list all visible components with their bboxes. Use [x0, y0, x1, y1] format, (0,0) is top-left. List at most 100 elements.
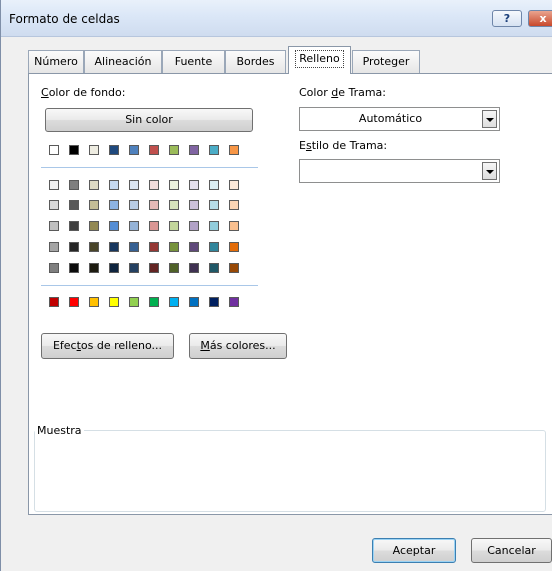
- color-swatch[interactable]: [209, 145, 219, 155]
- theme-color-swatch[interactable]: [109, 200, 119, 210]
- color-swatch[interactable]: [69, 145, 79, 155]
- theme-color-swatch[interactable]: [149, 200, 159, 210]
- color-swatch[interactable]: [229, 145, 239, 155]
- standard-color-swatch[interactable]: [169, 297, 179, 307]
- theme-color-swatch[interactable]: [169, 263, 179, 273]
- theme-color-swatch[interactable]: [49, 200, 59, 210]
- theme-color-swatch[interactable]: [129, 221, 139, 231]
- theme-color-swatch[interactable]: [209, 242, 219, 252]
- tab-numero[interactable]: Número: [28, 50, 84, 73]
- sample-group: [34, 430, 546, 512]
- theme-color-swatch[interactable]: [169, 180, 179, 190]
- theme-color-swatch[interactable]: [69, 263, 79, 273]
- standard-color-swatch[interactable]: [49, 297, 59, 307]
- theme-color-swatch[interactable]: [189, 242, 199, 252]
- title-bar[interactable]: Formato de celdas ? x: [1, 0, 552, 37]
- color-swatch[interactable]: [189, 145, 199, 155]
- theme-color-swatch[interactable]: [49, 263, 59, 273]
- theme-color-swatch[interactable]: [109, 263, 119, 273]
- theme-color-swatch[interactable]: [149, 180, 159, 190]
- more-colors-button[interactable]: Más colores...: [189, 333, 287, 359]
- ok-button[interactable]: Aceptar: [372, 538, 456, 563]
- theme-color-swatch[interactable]: [229, 263, 239, 273]
- theme-color-swatch[interactable]: [89, 263, 99, 273]
- theme-color-swatch[interactable]: [189, 263, 199, 273]
- theme-color-swatch[interactable]: [109, 221, 119, 231]
- theme-color-swatch[interactable]: [69, 242, 79, 252]
- tab-label: Fuente: [174, 55, 213, 68]
- more-colors-accel: M: [200, 339, 210, 352]
- chevron-down-icon[interactable]: [482, 110, 497, 128]
- theme-color-swatch[interactable]: [69, 200, 79, 210]
- theme-color-swatch[interactable]: [129, 242, 139, 252]
- theme-color-swatch[interactable]: [69, 221, 79, 231]
- theme-color-swatch[interactable]: [49, 221, 59, 231]
- standard-color-swatch[interactable]: [229, 297, 239, 307]
- theme-color-swatch[interactable]: [149, 242, 159, 252]
- tab-alineacion[interactable]: Alineación: [84, 50, 162, 73]
- theme-color-swatch[interactable]: [229, 242, 239, 252]
- fill-effects-button[interactable]: Efectos de relleno...: [41, 333, 174, 359]
- theme-color-swatch[interactable]: [89, 242, 99, 252]
- theme-color-swatch[interactable]: [229, 200, 239, 210]
- standard-color-swatch[interactable]: [109, 297, 119, 307]
- theme-color-swatch[interactable]: [49, 180, 59, 190]
- theme-color-swatch[interactable]: [209, 200, 219, 210]
- sample-label: Muestra: [35, 424, 84, 437]
- theme-color-swatch[interactable]: [89, 180, 99, 190]
- help-button[interactable]: ?: [492, 10, 522, 27]
- theme-color-swatch[interactable]: [129, 200, 139, 210]
- theme-color-swatch[interactable]: [209, 263, 219, 273]
- theme-color-swatch[interactable]: [149, 263, 159, 273]
- pattern-color-pre: Color: [299, 86, 332, 99]
- color-swatch[interactable]: [149, 145, 159, 155]
- theme-color-swatch[interactable]: [229, 221, 239, 231]
- theme-color-swatch[interactable]: [189, 221, 199, 231]
- tab-fuente[interactable]: Fuente: [162, 50, 225, 73]
- theme-color-swatch[interactable]: [189, 180, 199, 190]
- theme-color-swatch[interactable]: [189, 200, 199, 210]
- fill-effects-post: os de relleno...: [80, 339, 163, 352]
- cancel-button[interactable]: Cancelar: [471, 538, 552, 563]
- theme-color-swatch[interactable]: [69, 180, 79, 190]
- standard-color-swatch[interactable]: [129, 297, 139, 307]
- theme-color-swatch[interactable]: [89, 221, 99, 231]
- color-swatch[interactable]: [169, 145, 179, 155]
- tab-proteger[interactable]: Proteger: [352, 50, 420, 73]
- theme-color-swatch[interactable]: [149, 221, 159, 231]
- theme-color-swatch[interactable]: [49, 242, 59, 252]
- color-swatch[interactable]: [49, 145, 59, 155]
- pattern-style-pre: E: [299, 139, 306, 152]
- pattern-color-dropdown[interactable]: Automático: [299, 107, 500, 131]
- theme-color-swatch[interactable]: [109, 180, 119, 190]
- pattern-style-dropdown[interactable]: [299, 159, 500, 183]
- theme-color-swatch[interactable]: [229, 180, 239, 190]
- chevron-down-icon[interactable]: [482, 162, 497, 180]
- standard-color-swatch[interactable]: [149, 297, 159, 307]
- theme-color-swatch[interactable]: [129, 263, 139, 273]
- theme-color-swatch[interactable]: [109, 242, 119, 252]
- pattern-style-label: Estilo de Trama:: [299, 139, 387, 152]
- theme-color-swatch[interactable]: [169, 242, 179, 252]
- color-swatch[interactable]: [129, 145, 139, 155]
- color-swatch[interactable]: [89, 145, 99, 155]
- background-color-label-text: olor de fondo:: [48, 86, 126, 99]
- tab-strip: Número Alineación Fuente Bordes Relleno …: [1, 36, 552, 74]
- no-color-button[interactable]: Sin color: [45, 108, 253, 132]
- theme-color-swatch[interactable]: [169, 221, 179, 231]
- dialog-footer: Aceptar Cancelar: [1, 518, 552, 571]
- close-button[interactable]: x: [528, 10, 552, 27]
- standard-color-swatch[interactable]: [69, 297, 79, 307]
- pattern-color-post: e Trama:: [338, 86, 386, 99]
- standard-color-swatch[interactable]: [209, 297, 219, 307]
- color-swatch[interactable]: [109, 145, 119, 155]
- standard-color-swatch[interactable]: [89, 297, 99, 307]
- tab-bordes[interactable]: Bordes: [225, 50, 286, 73]
- tab-relleno[interactable]: Relleno: [288, 46, 351, 74]
- theme-color-swatch[interactable]: [169, 200, 179, 210]
- theme-color-swatch[interactable]: [129, 180, 139, 190]
- standard-color-swatch[interactable]: [189, 297, 199, 307]
- theme-color-swatch[interactable]: [209, 221, 219, 231]
- theme-color-swatch[interactable]: [209, 180, 219, 190]
- theme-color-swatch[interactable]: [89, 200, 99, 210]
